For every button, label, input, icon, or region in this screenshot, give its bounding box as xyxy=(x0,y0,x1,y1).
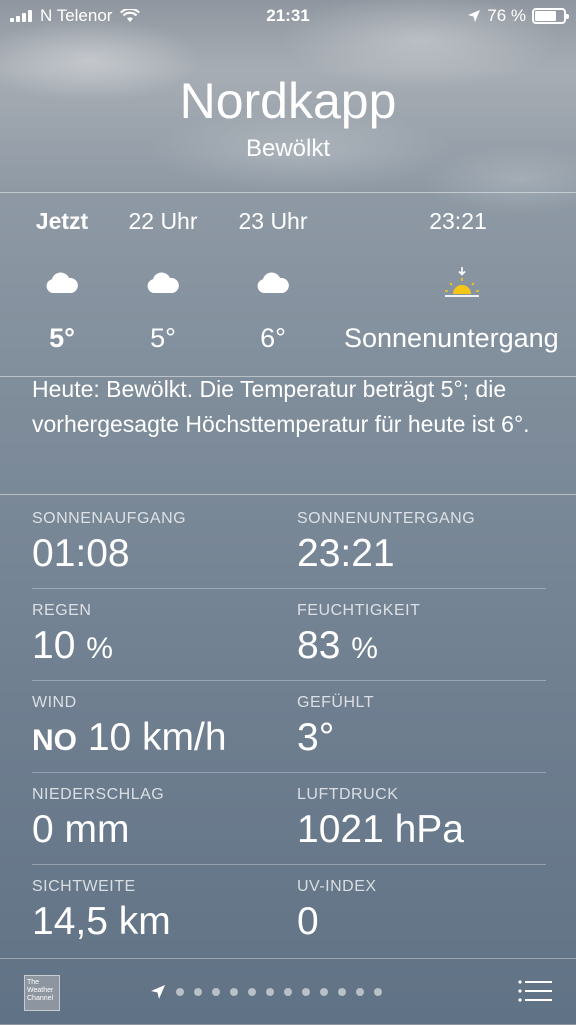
condition-label: Bewölkt xyxy=(245,135,331,162)
page-dot[interactable] xyxy=(266,988,274,996)
page-dot[interactable] xyxy=(356,988,364,996)
detail-precipitation: NIEDERSCHLAG 0 mm xyxy=(32,786,164,852)
page-dot[interactable] xyxy=(230,988,238,996)
status-bar: N Telenor 21:31 76 % xyxy=(0,0,576,34)
sunset-label: Sonnenuntergang xyxy=(344,323,559,353)
detail-label: SONNENUNTERGANG xyxy=(297,510,476,527)
detail-value: 10 km/h xyxy=(87,716,227,759)
detail-humidity: FEUCHTIGKEIT 83 % xyxy=(297,602,420,668)
hour-label: 23:21 xyxy=(429,208,487,234)
location-arrow-icon xyxy=(151,985,165,999)
hour-label: 22 Uhr xyxy=(128,208,198,234)
battery-percent: 76 % xyxy=(487,6,526,25)
detail-label: LUFTDRUCK xyxy=(297,786,399,803)
detail-unit: % xyxy=(351,632,378,665)
detail-sunset: SONNENUNTERGANG 23:21 xyxy=(297,510,475,576)
wind-direction: NO xyxy=(32,724,77,757)
city-name: Nordkapp xyxy=(179,73,397,129)
hourly-item: Jetzt 5° xyxy=(20,208,104,354)
detail-label: REGEN xyxy=(32,602,92,619)
cloud-icon xyxy=(120,263,206,303)
hour-temp: 5° xyxy=(150,323,176,353)
hour-temp: 6° xyxy=(260,323,286,353)
forecast-summary: Heute: Bewölkt. Die Temperatur beträgt 5… xyxy=(32,376,530,437)
detail-feels-like: GEFÜHLT 3° xyxy=(297,694,374,760)
page-dot[interactable] xyxy=(176,988,184,996)
list-icon[interactable] xyxy=(518,979,552,1003)
page-dot[interactable] xyxy=(284,988,292,996)
page-dot[interactable] xyxy=(194,988,202,996)
page-dot[interactable] xyxy=(338,988,346,996)
divider xyxy=(0,192,576,193)
detail-value: 0 mm xyxy=(32,808,130,851)
detail-rain: REGEN 10 % xyxy=(32,602,113,668)
sunset-icon xyxy=(342,263,576,303)
hourly-item: 23 Uhr 6° xyxy=(229,208,317,354)
cloud-icon xyxy=(229,263,317,303)
detail-unit: % xyxy=(86,632,113,665)
detail-uv-index: UV-INDEX 0 xyxy=(297,878,377,944)
divider xyxy=(32,588,546,589)
battery-icon xyxy=(532,8,569,24)
detail-value: 23:21 xyxy=(297,532,395,575)
detail-wind: WIND NO 10 km/h xyxy=(32,694,227,760)
detail-label: GEFÜHLT xyxy=(297,694,374,711)
detail-label: UV-INDEX xyxy=(297,878,377,895)
page-indicator[interactable] xyxy=(150,984,382,1000)
divider xyxy=(0,494,576,495)
bottom-toolbar: The Weather Channel xyxy=(0,958,576,1025)
detail-value: 3° xyxy=(297,716,335,759)
page-dot[interactable] xyxy=(212,988,220,996)
detail-label: WIND xyxy=(32,694,77,711)
detail-label: SICHTWEITE xyxy=(32,878,136,895)
detail-value: 1021 hPa xyxy=(297,808,464,851)
detail-pressure: LUFTDRUCK 1021 hPa xyxy=(297,786,464,852)
divider xyxy=(32,772,546,773)
page-dot[interactable] xyxy=(248,988,256,996)
detail-value: 14,5 km xyxy=(32,900,171,943)
weather-channel-logo[interactable]: The Weather Channel xyxy=(24,975,60,1011)
page-dot[interactable] xyxy=(374,988,382,996)
detail-value: 10 xyxy=(32,624,76,667)
divider xyxy=(32,680,546,681)
detail-value: 01:08 xyxy=(32,532,130,575)
divider xyxy=(32,864,546,865)
page-dot[interactable] xyxy=(302,988,310,996)
detail-sunrise: SONNENAUFGANG 01:08 xyxy=(32,510,186,576)
detail-value: 83 xyxy=(297,624,341,667)
detail-label: FEUCHTIGKEIT xyxy=(297,602,421,619)
hour-label: Jetzt xyxy=(35,208,89,234)
detail-visibility: SICHTWEITE 14,5 km xyxy=(32,878,171,944)
hour-label: 23 Uhr xyxy=(238,208,308,234)
detail-label: NIEDERSCHLAG xyxy=(32,786,165,803)
page-dot[interactable] xyxy=(320,988,328,996)
location-icon xyxy=(468,10,481,22)
hourly-item: 23:21 Sonnenuntergang xyxy=(342,208,576,354)
detail-label: SONNENAUFGANG xyxy=(32,510,187,527)
hourly-item: 22 Uhr 5° xyxy=(120,208,206,354)
cloud-icon xyxy=(20,263,104,303)
hour-temp: 5° xyxy=(49,323,75,353)
detail-value: 0 xyxy=(297,900,319,943)
